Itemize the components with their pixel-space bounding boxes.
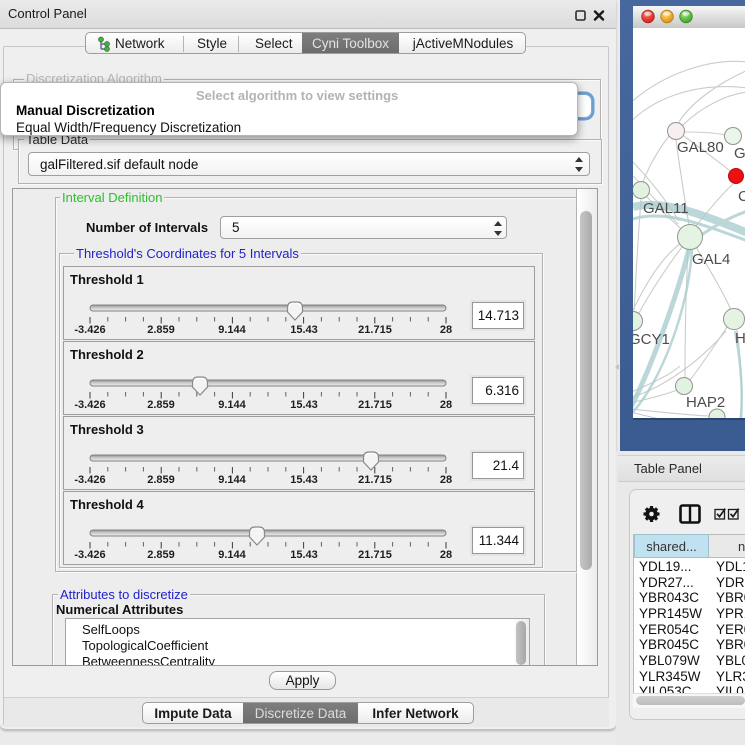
svg-text:HAP2: HAP2 xyxy=(686,394,725,411)
svg-text:C: C xyxy=(738,188,745,205)
svg-text:GCY1: GCY1 xyxy=(633,331,670,348)
svg-text:GA: GA xyxy=(734,145,745,162)
svg-text:GAL11: GAL11 xyxy=(643,200,689,217)
svg-text:GAL80: GAL80 xyxy=(677,139,724,156)
svg-text:GAL4: GAL4 xyxy=(692,251,730,268)
svg-text:H: H xyxy=(735,330,745,347)
